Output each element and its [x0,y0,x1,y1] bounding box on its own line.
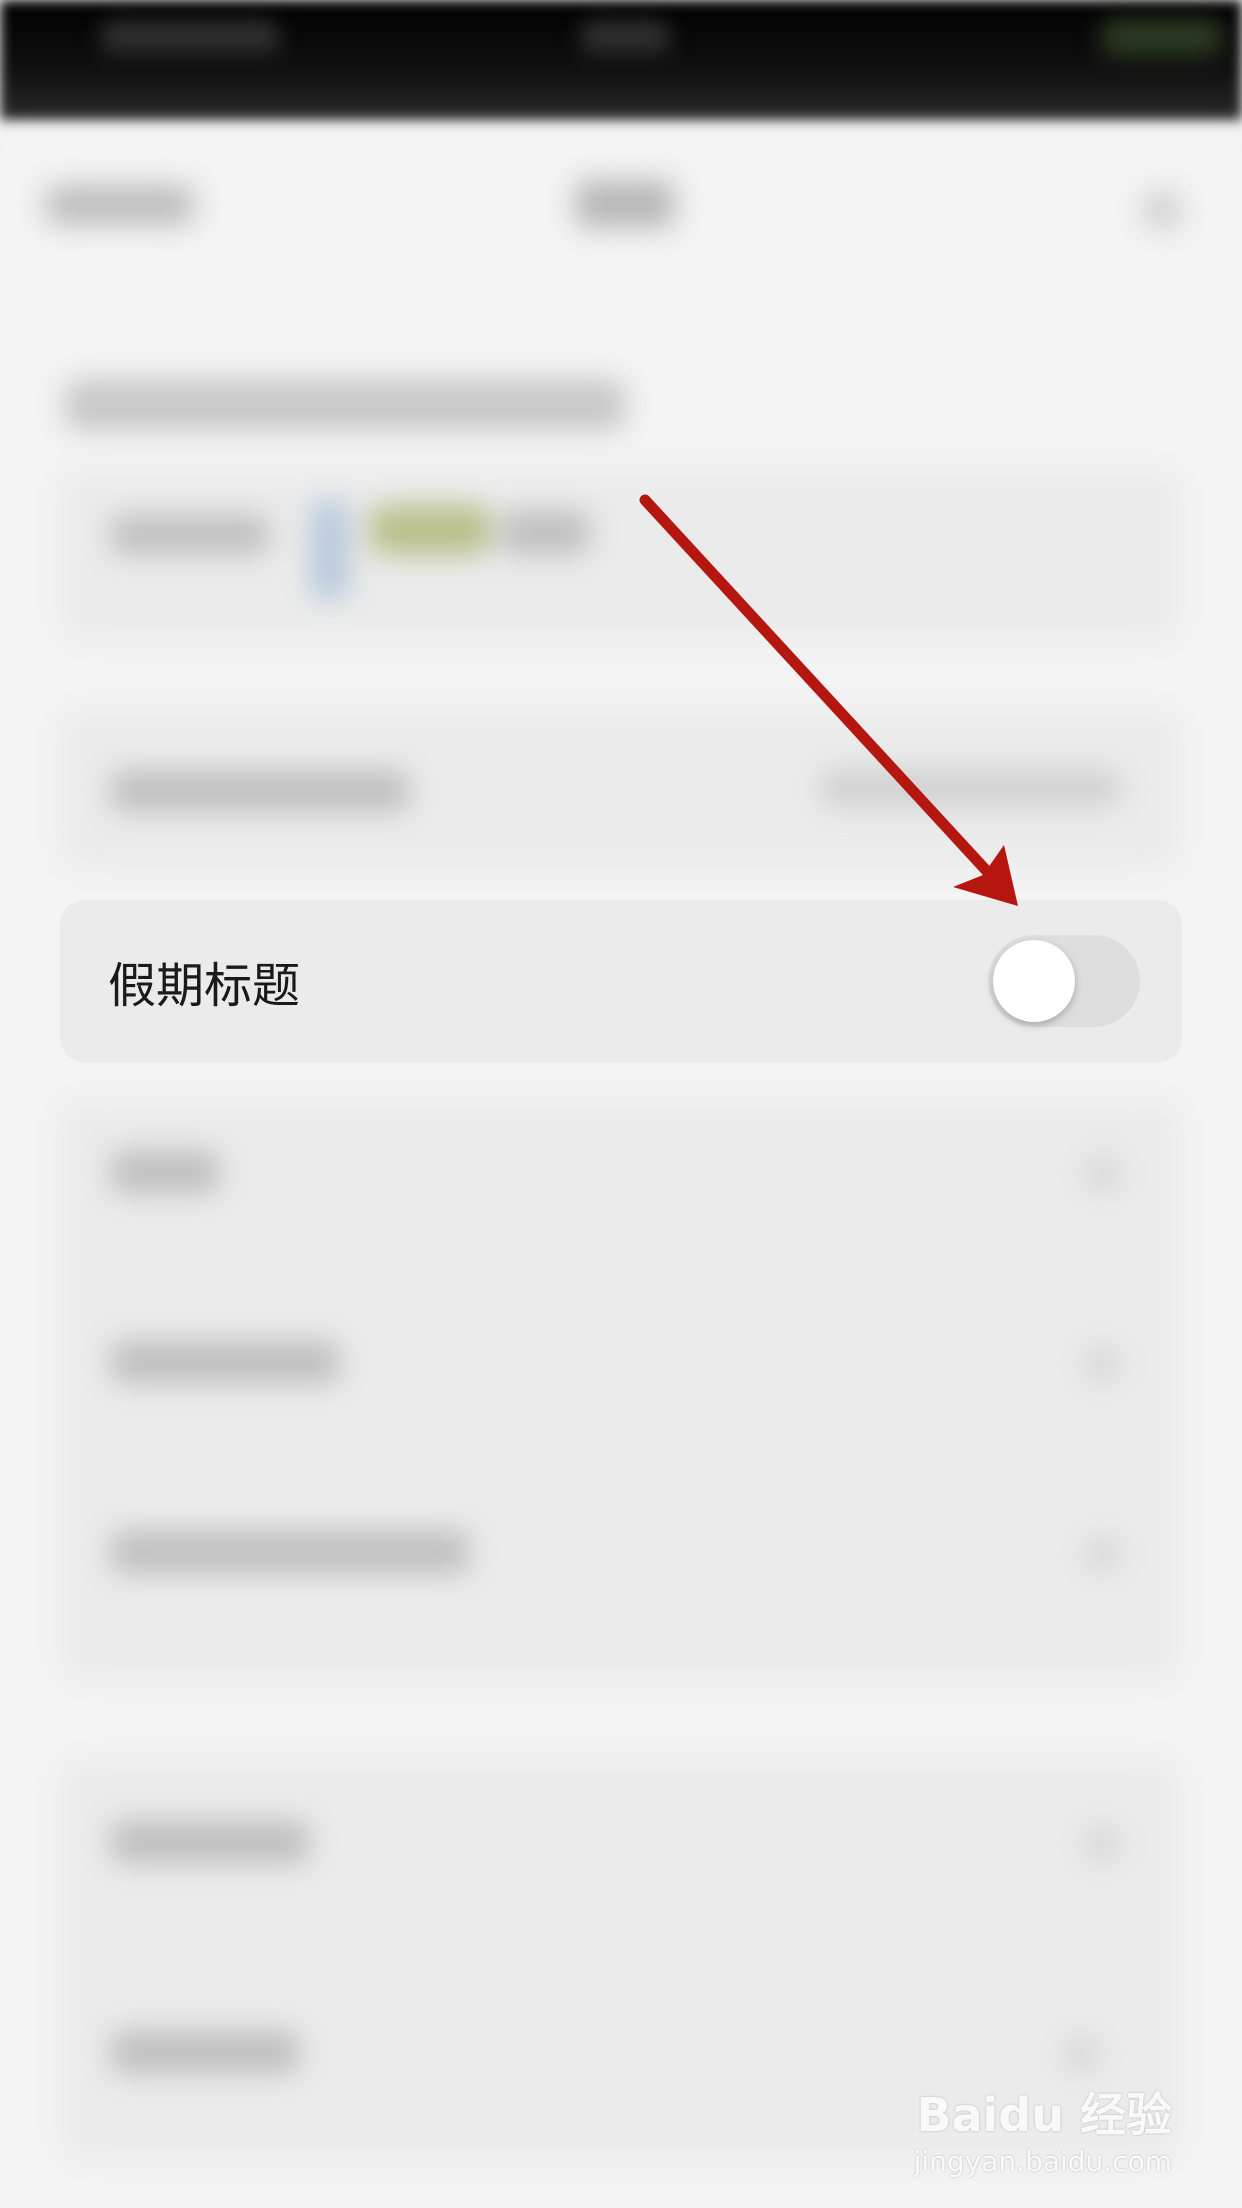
holiday-title-row[interactable]: 假期标题 [60,900,1182,1062]
holiday-title-label: 假期标题 [108,958,301,1014]
section-header [65,380,625,430]
status-bar [0,0,1242,120]
watermark-url: jingyan.baidu.com [913,2145,1172,2178]
status-time [100,20,280,54]
settings-group [60,1100,1180,1680]
chevron-right-icon [1084,1156,1120,1192]
settings-row[interactable] [60,710,1180,870]
toggle-knob [993,940,1075,1022]
status-notch [580,20,670,54]
screen: 假期标题 Baidu 经验 jingyan.baidu.com [0,0,1242,2208]
page-title [575,180,675,228]
preview-card[interactable] [60,470,1180,640]
battery-icon [1102,20,1222,54]
chevron-right-icon [1064,2036,1100,2072]
chevron-right-icon [1084,1536,1120,1572]
baidu-watermark: Baidu 经验 jingyan.baidu.com [914,2079,1172,2178]
watermark-brand: Baidu 经验 [916,2088,1172,2142]
chevron-right-icon [1084,1346,1120,1382]
back-button[interactable] [45,185,195,225]
more-icon[interactable] [1142,190,1182,230]
holiday-title-toggle[interactable] [988,935,1140,1027]
chevron-right-icon [1084,1826,1120,1862]
blurred-background [0,0,1242,2208]
